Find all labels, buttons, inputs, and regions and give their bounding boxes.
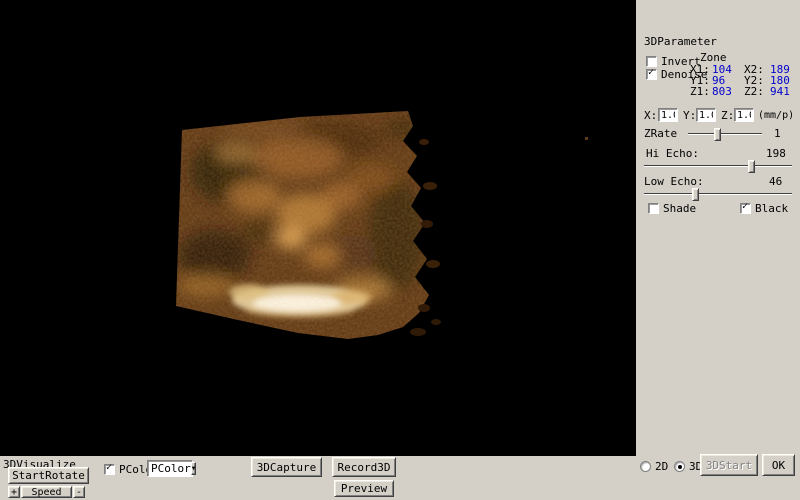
preview-button[interactable]: Preview [334,480,394,497]
pcolor-checkbox-box: ✓ [104,464,115,475]
hi-echo-slider-track[interactable] [644,165,792,167]
render-viewport[interactable] [0,0,636,456]
mode-3d-radio[interactable]: 3D [674,460,702,473]
dropdown-arrow-icon[interactable]: ▼ [191,462,197,475]
shade-checkbox[interactable]: Shade [648,202,696,215]
low-echo-slider-track[interactable] [644,193,792,195]
zone-z2-label: Z2: [744,86,770,98]
start-rotate-button[interactable]: StartRotate [8,467,89,484]
scale-unit-label: (mm/p) [758,110,794,122]
check-icon: ✓ [742,201,748,213]
scale-x-label: X: [644,110,657,122]
scale-z-input[interactable] [734,108,754,122]
scale-y-input[interactable] [696,108,716,122]
mode-2d-radio-circle [640,461,651,472]
black-checkbox[interactable]: ✓ Black [740,202,788,215]
parameter-panel-title: 3DParameter [644,36,717,48]
mode-2d-radio-label: 2D [655,460,668,473]
shade-checkbox-box [648,203,659,214]
pcolor-select-value: PColor [148,462,191,475]
zrate-value: 1 [774,128,781,140]
speed-minus-button[interactable]: - [73,486,85,498]
visualize-panel: 3DVisualize StartRotate + Speed - ✓ PCol… [0,456,636,500]
low-echo-slider-thumb[interactable] [692,188,699,201]
zone-z-row: Z1:803Z2:941 [690,86,790,98]
speed-plus-button[interactable]: + [8,486,20,498]
hi-echo-label: Hi Echo: [646,148,699,160]
mode-2d-radio[interactable]: 2D [640,460,668,473]
invert-checkbox-box [646,56,657,67]
parameter-panel: 3DParameter Invert ✓ Denoise Zone X1:104… [636,0,800,500]
hi-echo-value: 198 [766,148,786,160]
start-3d-button[interactable]: 3DStart [700,454,758,476]
check-icon: ✓ [106,462,112,474]
low-echo-label: Low Echo: [644,176,704,188]
zone-z1-value: 803 [712,86,744,98]
hi-echo-slider-thumb[interactable] [748,160,755,173]
low-echo-value: 46 [769,176,782,188]
black-checkbox-label: Black [755,202,788,215]
record-3d-button[interactable]: Record3D [332,457,396,477]
check-icon: ✓ [648,67,654,79]
mode-3d-radio-circle [674,461,685,472]
zone-z1-label: Z1: [690,86,712,98]
scale-z-label: Z: [721,110,734,122]
speed-button[interactable]: Speed [21,486,72,498]
capture-3d-button[interactable]: 3DCapture [251,457,322,477]
pcolor-select[interactable]: PColor ▼ [147,460,193,477]
ultrasound-volume-image [0,0,636,456]
app-window: 3DParameter Invert ✓ Denoise Zone X1:104… [0,0,800,500]
zrate-label: ZRate [644,128,677,140]
shade-checkbox-label: Shade [663,202,696,215]
black-checkbox-box: ✓ [740,203,751,214]
scale-y-label: Y: [683,110,696,122]
scale-x-input[interactable] [658,108,678,122]
zrate-slider-track[interactable] [688,133,762,135]
denoise-checkbox-box: ✓ [646,69,657,80]
zrate-slider-thumb[interactable] [714,128,721,141]
zone-z2-value: 941 [770,86,790,98]
radio-dot [678,465,682,469]
ok-button[interactable]: OK [762,454,795,476]
